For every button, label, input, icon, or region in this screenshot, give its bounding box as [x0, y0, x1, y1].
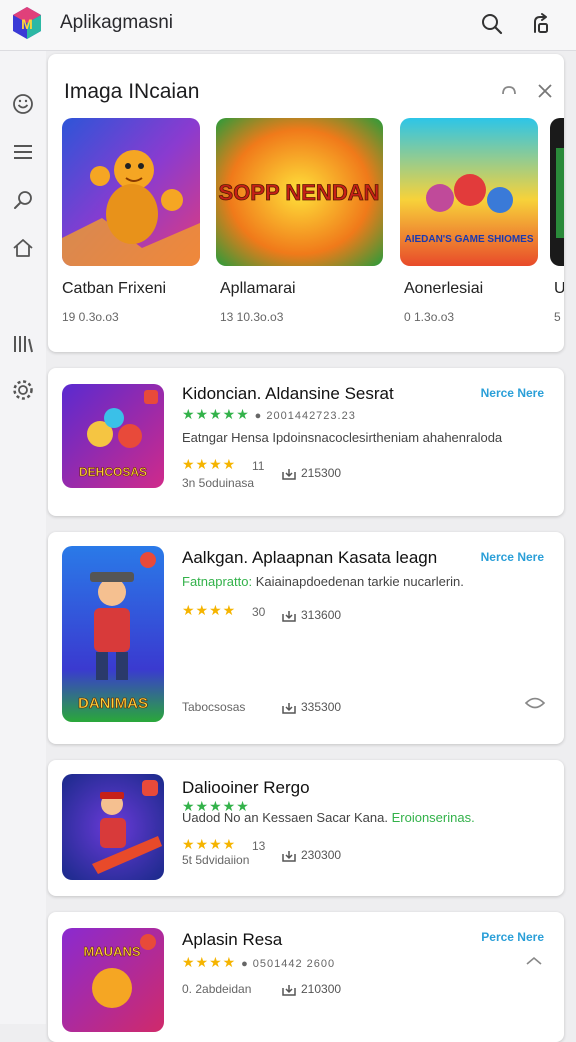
discover-icon[interactable]	[10, 187, 36, 213]
app-icon[interactable]: MAUANS	[62, 928, 164, 1032]
app-icon-text: DANIMAS	[78, 695, 148, 712]
download-count: 230300	[282, 848, 341, 862]
rating-stars: ★★★★	[182, 456, 237, 472]
app-subtitle: 3n 5oduinasa	[182, 476, 255, 490]
game-thumbnail[interactable]: AIEDAN'S GAME SHIOMES	[400, 118, 538, 266]
app-icon[interactable]	[62, 774, 164, 880]
thumbnail-text: SOPP NENDAN	[219, 180, 380, 205]
more-link[interactable]: Nerce Nere	[481, 386, 544, 400]
app-description: Fatnapratto: Kaiainapdoedenan tarkie nuc…	[182, 574, 464, 589]
app-subtitle: 5t 5dvidaiion	[182, 853, 250, 867]
featured-item-meta: 5	[554, 310, 561, 324]
download-value: 230300	[301, 848, 342, 862]
app-list-item[interactable]: MAUANS Aplasin Resa Perce Nere ★★★★ ● 05…	[48, 912, 564, 1042]
app-icon[interactable]: DANIMAS	[62, 546, 164, 722]
featured-title: Imaga INcaian	[64, 80, 200, 103]
game-thumbnail[interactable]: SOPP NENDAN	[216, 118, 383, 266]
featured-item-name: Apllamarai	[220, 280, 296, 297]
featured-section: Imaga INcaian Catban Frixeni 19 0.3o.o3	[48, 54, 564, 352]
download-icon	[282, 850, 296, 862]
download-value: 215300	[301, 466, 342, 480]
menu-icon[interactable]	[10, 139, 36, 165]
rating-count: 30	[252, 605, 266, 619]
app-name: Aalkgan. Aplaapnan Kasata leagn	[182, 548, 438, 567]
rating-stars: ★★★★	[182, 836, 237, 852]
star-icons: ★★★★	[182, 954, 237, 970]
download-value: 335300	[301, 700, 342, 714]
featured-item-meta: 19 0.3o.o3	[62, 310, 119, 324]
download-icon	[282, 610, 296, 622]
top-app-bar: M Aplikagmasni	[0, 0, 576, 51]
settings-icon[interactable]	[526, 10, 554, 38]
download-value: 210300	[301, 982, 342, 996]
home-icon[interactable]	[10, 235, 36, 261]
app-icon-text: DEHCOSAS	[79, 465, 147, 479]
more-link[interactable]: Perce Nere	[481, 930, 544, 944]
search-icon[interactable]	[478, 10, 506, 38]
app-title: Aplikagmasni	[60, 12, 173, 33]
close-icon[interactable]	[534, 80, 556, 102]
app-description-text: Uadod No an Kessaen Sacar Kana.	[182, 810, 388, 825]
app-subtitle: Tabocsosas	[182, 700, 246, 714]
app-name: Daliooiner Rergo	[182, 778, 310, 797]
download-count: 215300	[282, 466, 341, 480]
app-description: Uadod No an Kessaen Sacar Kana. Eroionse…	[182, 810, 475, 825]
download-icon	[282, 702, 296, 714]
stars-meta: ● 2001442723.23	[254, 410, 356, 422]
refresh-icon[interactable]	[498, 80, 520, 102]
game-thumbnail[interactable]	[550, 118, 564, 266]
rating-stars: ★★★★	[182, 602, 237, 618]
app-description-text: Kaiainapdoedenan tarkie nucarlerin.	[255, 574, 464, 589]
app-name: Aplasin Resa	[182, 930, 283, 949]
featured-item-meta: 0 1.3o.o3	[404, 310, 455, 324]
app-icon[interactable]: DEHCOSAS	[62, 384, 164, 488]
svg-text:M: M	[21, 16, 33, 32]
featured-item-meta: 13 10.3o.o3	[220, 310, 284, 324]
rating-count: 11	[252, 459, 265, 473]
stars-meta: ● 0501442 2600	[241, 958, 336, 970]
featured-item-name: Aonerlesiai	[404, 280, 484, 297]
rating-stars: ★★★★ ● 0501442 2600	[182, 954, 335, 971]
download-count: 335300	[282, 700, 341, 714]
app-name: Kidoncian. Aldansine Sesrat	[182, 384, 394, 403]
app-list-item[interactable]: DEHCOSAS Kidoncian. Aldansine Sesrat Ner…	[48, 368, 564, 516]
download-count: 210300	[282, 982, 341, 996]
game-thumbnail[interactable]	[62, 118, 200, 266]
app-description-highlight: Eroionserinas.	[391, 810, 475, 825]
download-value: 313600	[301, 608, 342, 622]
app-description-label: Fatnapratto:	[182, 574, 253, 589]
emoji-icon[interactable]	[10, 91, 36, 117]
app-icon-text: MAUANS	[83, 944, 140, 959]
app-description: Eatngar Hensa Ipdoinsnacoclesirtheniam a…	[182, 430, 503, 445]
more-link[interactable]: Nerce Nere	[481, 550, 544, 564]
gear-icon[interactable]	[10, 377, 36, 403]
download-icon	[282, 984, 296, 996]
featured-item-name: Catban Frixeni	[62, 280, 167, 297]
rating-count: 13	[252, 839, 266, 853]
featured-item-name: Ur	[554, 280, 564, 297]
download-icon	[282, 468, 296, 480]
app-logo-icon: M	[13, 7, 41, 39]
app-subtitle: 0. 2abdeidan	[182, 982, 252, 996]
rating-stars: ★★★★★ ● 2001442723.23	[182, 406, 356, 423]
expand-icon[interactable]	[524, 954, 544, 970]
app-list-item[interactable]: Daliooiner Rergo ★★★★★ Uadod No an Kessa…	[48, 760, 564, 896]
sidebar	[0, 51, 46, 1024]
star-icons: ★★★★★	[182, 406, 250, 422]
thumbnail-text: AIEDAN'S GAME SHIOMES	[404, 234, 533, 245]
app-list-item[interactable]: DANIMAS Aalkgan. Aplaapnan Kasata leagn …	[48, 532, 564, 744]
hide-icon[interactable]	[524, 692, 546, 714]
download-count: 313600	[282, 608, 341, 622]
library-icon[interactable]	[10, 331, 36, 357]
